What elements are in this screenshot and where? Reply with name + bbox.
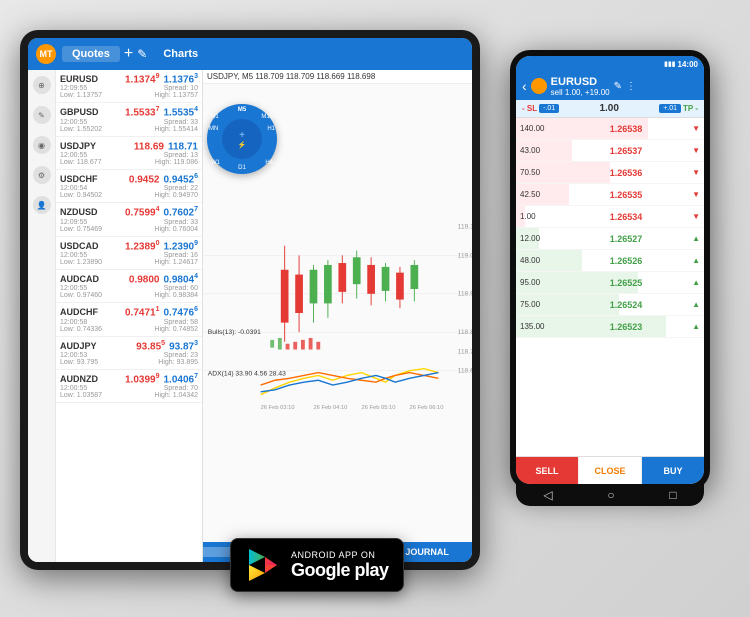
- quotes-sidebar: ⊕ ✎ ◉ ⚙ 👤 EURUSD 1.13749 1.13763: [28, 70, 202, 562]
- phone-status-bar: ▮▮▮ 14:00: [516, 56, 704, 72]
- svg-text:119.005: 119.005: [458, 252, 472, 259]
- sl-label: - SL: [522, 104, 537, 113]
- svg-text:118.785: 118.785: [458, 348, 472, 355]
- quotes-icon-1[interactable]: ⊕: [33, 76, 51, 94]
- tablet-screen: MT Quotes + ✎ Charts ⊕ ✎ ◉ ⚙: [28, 38, 472, 562]
- close-button[interactable]: CLOSE: [578, 457, 642, 484]
- order-book-row[interactable]: 70.50 1.26536 ▼: [516, 162, 704, 184]
- app-logo-phone: [531, 78, 547, 94]
- svg-text:118.840: 118.840: [458, 329, 472, 336]
- quotes-icon-5[interactable]: 👤: [33, 196, 51, 214]
- quote-row[interactable]: USDJPY 118.69 118.71 12:00:55 Spread: 13…: [56, 137, 202, 170]
- recent-nav-button[interactable]: □: [669, 488, 676, 502]
- home-nav-button[interactable]: ○: [607, 488, 614, 502]
- svg-text:118.950: 118.950: [458, 291, 472, 298]
- order-book: 140.00 1.26538 ▼ 43.00 1.26537 ▼ 70.50 1…: [516, 118, 704, 456]
- phone-device: ▮▮▮ 14:00 ‹ EURUSD sell 1.00, +19.00 ✎ ⋮…: [510, 50, 710, 490]
- phone-actions: SELL CLOSE BUY: [516, 456, 704, 484]
- quote-row[interactable]: AUDNZD 1.03999 1.04067 12:00:55 Spread: …: [56, 370, 202, 403]
- edit-tab-button[interactable]: ✎: [137, 47, 147, 61]
- svg-text:26 Feb 06:10: 26 Feb 06:10: [410, 405, 444, 411]
- gplay-top-text: ANDROID APP ON: [291, 550, 389, 560]
- quote-row[interactable]: EURUSD 1.13749 1.13763 12:09:55 Spread: …: [56, 70, 202, 103]
- tablet-body: ⊕ ✎ ◉ ⚙ 👤 EURUSD 1.13749 1.13763: [28, 70, 472, 562]
- quote-row[interactable]: USDCAD 1.23890 1.23909 12:00:55 Spread: …: [56, 237, 202, 270]
- quotes-icon-4[interactable]: ⚙: [33, 166, 51, 184]
- phone-battery-icon: ▮▮▮: [664, 60, 676, 68]
- quotes-list: EURUSD 1.13749 1.13763 12:09:55 Spread: …: [56, 70, 202, 562]
- svg-text:118.675: 118.675: [458, 368, 472, 375]
- svg-text:Bulls(13): -0.0391: Bulls(13): -0.0391: [208, 329, 261, 336]
- svg-text:26 Feb 03:10: 26 Feb 03:10: [261, 405, 295, 411]
- quote-row[interactable]: GBPUSD 1.55337 1.55354 12:00:55 Spread: …: [56, 103, 202, 136]
- chart-main: 119.115 119.005 118.950 118.840 118.785 …: [203, 84, 472, 542]
- order-book-row[interactable]: 75.00 1.26524 ▲: [516, 294, 704, 316]
- quotes-panel: ⊕ ✎ ◉ ⚙ 👤 EURUSD 1.13749 1.13763: [28, 70, 203, 562]
- phone-pair-info: EURUSD sell 1.00, +19.00: [551, 76, 610, 97]
- chart-header: USDJPY, M5 118.709 118.709 118.669 118.6…: [203, 70, 472, 84]
- quotes-icon-bar: ⊕ ✎ ◉ ⚙ 👤: [28, 70, 56, 562]
- phone-screen: ▮▮▮ 14:00 ‹ EURUSD sell 1.00, +19.00 ✎ ⋮…: [516, 56, 704, 484]
- order-book-row[interactable]: 12.00 1.26527 ▲: [516, 228, 704, 250]
- app-logo: MT: [36, 44, 56, 64]
- phone-pair-label: EURUSD: [551, 76, 610, 88]
- tablet-device: MT Quotes + ✎ Charts ⊕ ✎ ◉ ⚙: [20, 30, 480, 570]
- add-tab-button[interactable]: +: [124, 45, 133, 63]
- svg-text:119.115: 119.115: [458, 223, 472, 230]
- quotes-icon-2[interactable]: ✎: [33, 106, 51, 124]
- google-play-icon: [245, 547, 281, 583]
- order-book-row[interactable]: 135.00 1.26523 ▲: [516, 316, 704, 338]
- quote-row[interactable]: AUDCAD 0.9800 0.98044 12:00:55 Spread: 6…: [56, 270, 202, 303]
- phone-edit-button[interactable]: ✎: [614, 81, 622, 92]
- order-book-row[interactable]: 95.00 1.26525 ▲: [516, 272, 704, 294]
- tablet-topbar: MT Quotes + ✎ Charts: [28, 38, 472, 70]
- back-nav-button[interactable]: ◁: [543, 488, 552, 502]
- svg-text:ADX(14) 33.90 4.56 28.43: ADX(14) 33.90 4.56 28.43: [208, 370, 286, 377]
- svg-text:26 Feb 05:10: 26 Feb 05:10: [362, 405, 396, 411]
- order-book-row[interactable]: 42.50 1.26535 ▼: [516, 184, 704, 206]
- phone-time: 14:00: [678, 60, 698, 69]
- phone-menu-button[interactable]: ⋮: [626, 81, 636, 92]
- chart-panel: USDJPY, M5 118.709 118.709 118.669 118.6…: [203, 70, 472, 562]
- quote-row[interactable]: NZDUSD 0.75994 0.76027 12:09:55 Spread: …: [56, 203, 202, 236]
- back-button[interactable]: ‹: [522, 78, 527, 94]
- quote-row[interactable]: AUDCHF 0.74711 0.74766 12:00:58 Spread: …: [56, 303, 202, 336]
- order-book-row[interactable]: 140.00 1.26538 ▼: [516, 118, 704, 140]
- sell-button[interactable]: SELL: [516, 457, 578, 484]
- phone-navbar: ◁ ○ □: [516, 484, 704, 506]
- order-book-row[interactable]: 1.00 1.26534 ▼: [516, 206, 704, 228]
- scene: MT Quotes + ✎ Charts ⊕ ✎ ◉ ⚙: [0, 0, 750, 617]
- quote-row[interactable]: AUDJPY 93.855 93.873 12:00:53 Spread: 23…: [56, 337, 202, 370]
- svg-text:26 Feb 04:10: 26 Feb 04:10: [313, 405, 347, 411]
- buy-button[interactable]: BUY: [642, 457, 704, 484]
- dial-inner[interactable]: + ⚡: [222, 119, 262, 159]
- order-book-row[interactable]: 43.00 1.26537 ▼: [516, 140, 704, 162]
- quotes-icon-3[interactable]: ◉: [33, 136, 51, 154]
- google-play-badge[interactable]: ANDROID APP ON Google play: [230, 538, 404, 592]
- sl-minus-button[interactable]: -.01: [539, 104, 559, 113]
- charts-tab[interactable]: Charts: [163, 48, 198, 60]
- gplay-text: ANDROID APP ON Google play: [291, 550, 389, 581]
- phone-position-info: sell 1.00, +19.00: [551, 88, 610, 97]
- timeframe-dial[interactable]: M5 M15 H1 H4 D1 W1 MN H1 + ⚡: [207, 104, 277, 174]
- phone-topbar: ‹ EURUSD sell 1.00, +19.00 ✎ ⋮: [516, 72, 704, 100]
- quotes-tab[interactable]: Quotes: [62, 46, 120, 62]
- sltp-row: - SL -.01 1.00 +.01 TP -: [516, 100, 704, 118]
- tp-label: TP -: [683, 104, 698, 113]
- order-book-row[interactable]: 48.00 1.26526 ▲: [516, 250, 704, 272]
- gplay-main-text: Google play: [291, 560, 389, 581]
- quote-row[interactable]: USDCHF 0.9452 0.94526 12:00:54 Spread: 2…: [56, 170, 202, 203]
- sltp-value: 1.00: [561, 103, 657, 114]
- sl-plus-button[interactable]: +.01: [659, 104, 681, 113]
